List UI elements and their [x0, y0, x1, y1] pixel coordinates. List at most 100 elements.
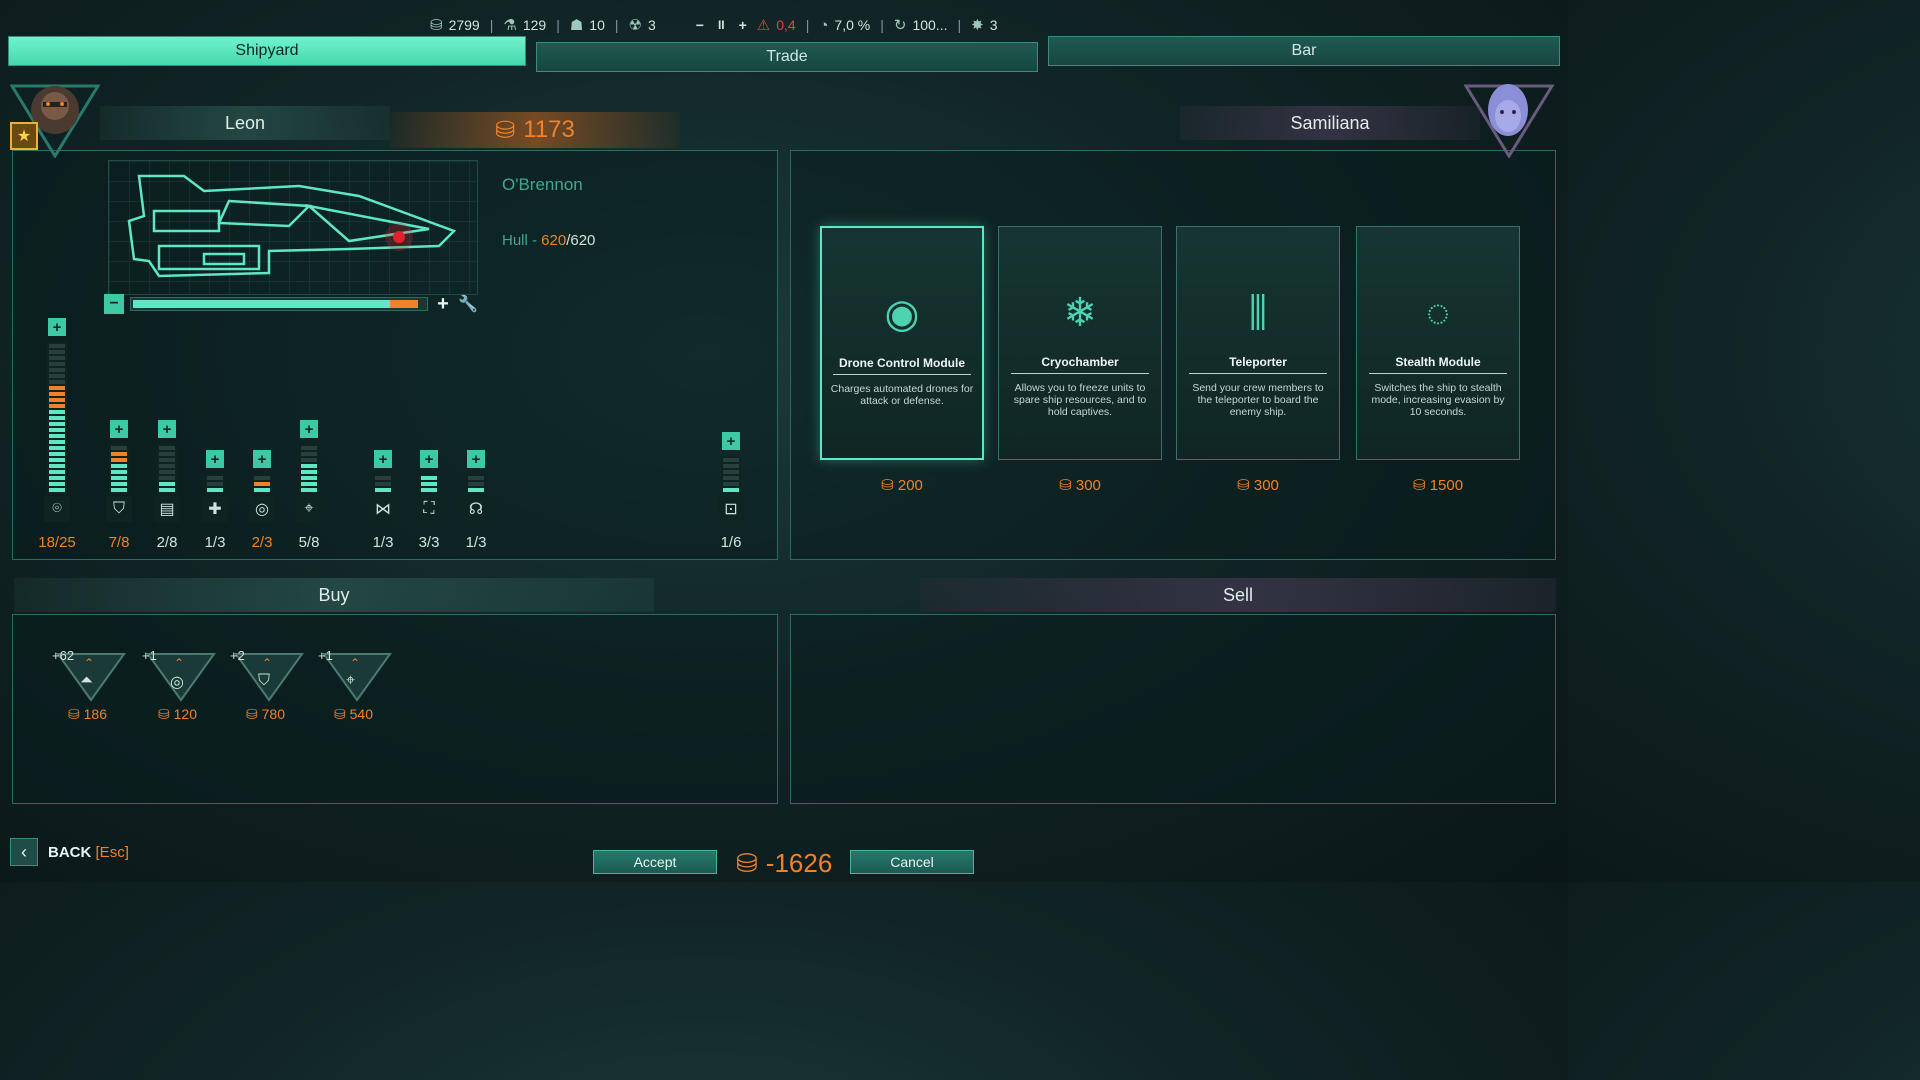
player-avatar: ★ [9, 76, 101, 159]
percent-resource: ◔ 7,0 % [819, 17, 870, 34]
module-add-button[interactable]: + [420, 450, 438, 468]
module-targeting: + ⌖ 5/8 [292, 420, 326, 551]
coins-icon: ⛁ [1412, 477, 1430, 494]
tab-trade[interactable]: Trade [536, 42, 1038, 72]
life-support-icon: ☊ [463, 496, 489, 522]
hull-current: 620 [541, 232, 567, 249]
alert-resource: ✸ 3 [971, 16, 997, 34]
back-key: [Esc] [95, 844, 129, 861]
cancel-button[interactable]: Cancel [850, 850, 974, 874]
module-card[interactable]: ❄ Cryochamber Allows you to freeze units t… [998, 226, 1162, 460]
card-price-value: 300 [1253, 477, 1279, 494]
module-power: + ⌾ 18/25 [38, 318, 76, 551]
engine-icon: ◎ [249, 496, 275, 522]
buy-item[interactable]: +2 ⌃ ⛉ ⛁ 780 [228, 648, 308, 728]
module-scanner: + ⛶ 3/3 [412, 450, 446, 551]
speed-down-button[interactable]: − [696, 17, 704, 33]
targeting-icon: ⌖ [296, 496, 322, 522]
radiation-resource: ☢ 3 [629, 16, 656, 34]
hull-increase-button[interactable]: + [434, 293, 452, 316]
radiation-value: 3 [647, 17, 656, 33]
pause-button[interactable]: II [718, 18, 725, 32]
module-value: 2/8 [156, 534, 178, 551]
module-level-bar [466, 474, 486, 494]
buy-item[interactable]: +62 ⌃ ⏶ ⛁ 186 [50, 648, 130, 728]
food-resource: ☗ 10 [570, 16, 605, 34]
module-card[interactable]: ◌ Stealth Module Switches the ship to stea… [1356, 226, 1520, 460]
drone-control-module-icon: ◉ [884, 292, 920, 336]
cycle-resource: ↻ 100... [894, 16, 948, 34]
module-add-button[interactable]: + [467, 450, 485, 468]
coins-icon: ⛁ [1059, 477, 1076, 494]
module-add-button[interactable]: + [374, 450, 392, 468]
module-engine: + ◎ 2/3 [245, 450, 279, 551]
speed-up-button[interactable]: + [739, 17, 747, 33]
module-value: 2/3 [251, 534, 273, 551]
module-add-button[interactable]: + [300, 420, 318, 438]
gauge-icon: ◔ [819, 16, 829, 34]
module-add-button[interactable]: + [722, 432, 740, 450]
buy-item-count: +2 [230, 648, 245, 663]
fuel-icon: ⚗ [503, 17, 517, 34]
hull-progress [130, 297, 428, 311]
teleporter-icon: ⫼ [1248, 290, 1268, 335]
divider: | [805, 17, 810, 33]
module-add-button[interactable]: + [158, 420, 176, 438]
module-value: 18/25 [38, 534, 76, 551]
upgrade-chevron-icon: ⌃ [84, 656, 95, 670]
stealth-module-icon: ◌ [1426, 290, 1450, 335]
tab-bar[interactable]: Bar [1048, 36, 1560, 66]
module-value: 1/3 [372, 534, 394, 551]
module-value: 3/3 [418, 534, 440, 551]
module-card[interactable]: ◉ Drone Control Module Charges automated d… [820, 226, 984, 460]
module-add-button[interactable]: + [206, 450, 224, 468]
back-button[interactable]: ‹ [10, 838, 38, 866]
coins-icon: ⛁ [881, 477, 898, 494]
coins-icon: ⛁ [246, 706, 262, 722]
module-value: 7/8 [108, 534, 130, 551]
coins-icon: ⛁ [334, 706, 350, 722]
percent-value: 7,0 % [834, 17, 871, 33]
buy-item-price: ⛁ 186 [68, 706, 107, 723]
module-add-button[interactable]: + [253, 450, 271, 468]
ship-name: O'Brennon [502, 175, 583, 194]
player-coins-value: 1173 [523, 116, 575, 143]
accept-button[interactable]: Accept [593, 850, 717, 874]
radiation-icon: ☢ [628, 17, 642, 34]
module-card[interactable]: ⫼ Teleporter Send your crew members to the… [1176, 226, 1340, 460]
buy-item-price-value: 540 [349, 706, 373, 722]
module-add-button[interactable]: + [110, 420, 128, 438]
buy-item-count: +1 [318, 648, 333, 663]
cycle-value: 100... [912, 17, 948, 33]
sell-header: Sell [920, 578, 1556, 612]
threat-icon: ⚠ [756, 17, 771, 34]
module-medbay: + ✚ 1/3 [198, 450, 232, 551]
module-add-button[interactable]: + [48, 318, 66, 336]
food-value: 10 [589, 17, 605, 33]
coins-icon: ⛁ [495, 116, 516, 144]
buy-item-icon: ⌖ [346, 672, 356, 689]
module-level-bar [373, 474, 393, 494]
buy-item[interactable]: +1 ⌃ ⌖ ⛁ 540 [316, 648, 396, 728]
module-level-bar [109, 444, 129, 494]
storage-icon: ▤ [154, 496, 180, 522]
buy-item-count: +1 [142, 648, 157, 663]
buy-item[interactable]: +1 ⌃ ◎ ⛁ 120 [140, 648, 220, 728]
food-icon: ☗ [569, 17, 584, 34]
card-description: Allows you to freeze units to spare ship… [1013, 382, 1147, 418]
back-label[interactable]: BACK [Esc] [48, 844, 129, 861]
hull-decrease-button[interactable]: − [104, 294, 124, 314]
buy-item-price: ⛁ 540 [334, 706, 373, 723]
card-title: Stealth Module [1369, 355, 1507, 374]
shield-icon: ⛉ [106, 496, 132, 522]
hull-status: Hull - 620/620 [502, 232, 595, 249]
upgrade-chevron-icon: ⌃ [350, 656, 361, 670]
coins-icon: ⛁ [430, 17, 443, 34]
fuel-value: 129 [522, 17, 547, 33]
hull-fill-end [390, 300, 418, 308]
sell-panel [790, 614, 1556, 804]
tab-shipyard[interactable]: Shipyard [8, 36, 526, 66]
medbay-icon: ✚ [202, 496, 228, 522]
repair-wrench-icon[interactable]: 🔧 [458, 294, 478, 314]
module-value: 1/3 [204, 534, 226, 551]
